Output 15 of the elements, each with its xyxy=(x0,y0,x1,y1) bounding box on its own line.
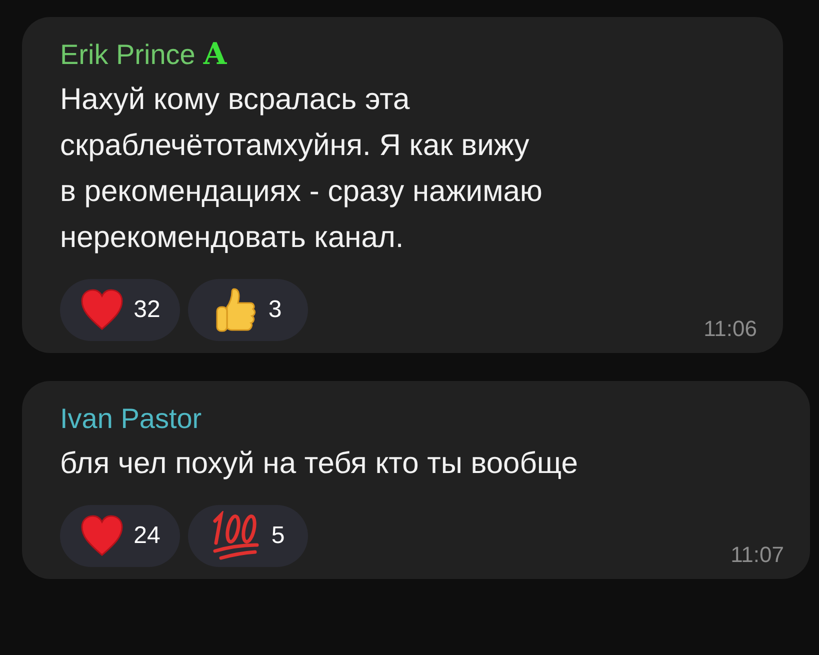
heart-icon xyxy=(80,289,124,331)
message-time: 11:07 xyxy=(730,541,784,569)
message-time: 11:06 xyxy=(704,315,757,343)
reaction-button[interactable]: 3 xyxy=(188,279,308,341)
reaction-button[interactable]: 32 xyxy=(60,279,180,341)
thumbs-up-icon xyxy=(214,287,258,333)
author-name[interactable]: Erik Prince xyxy=(60,35,196,75)
reaction-button[interactable]: 24 xyxy=(60,505,180,567)
message-text: Нахуй кому всралась эта скраблечётотамхуйня. Я как вижу в рекомендациях - сразу нажимаю нерекомендовать канал. xyxy=(60,82,544,256)
heart-icon xyxy=(80,515,124,557)
hundred-points-icon xyxy=(211,511,262,561)
author-emoji-letter: A xyxy=(203,37,227,73)
reaction-button[interactable]: 5 xyxy=(188,505,308,567)
message-text: бля чел похуй на тебя кто ты вообще xyxy=(60,446,579,482)
author-name[interactable]: Ivan Pastor xyxy=(60,399,202,439)
